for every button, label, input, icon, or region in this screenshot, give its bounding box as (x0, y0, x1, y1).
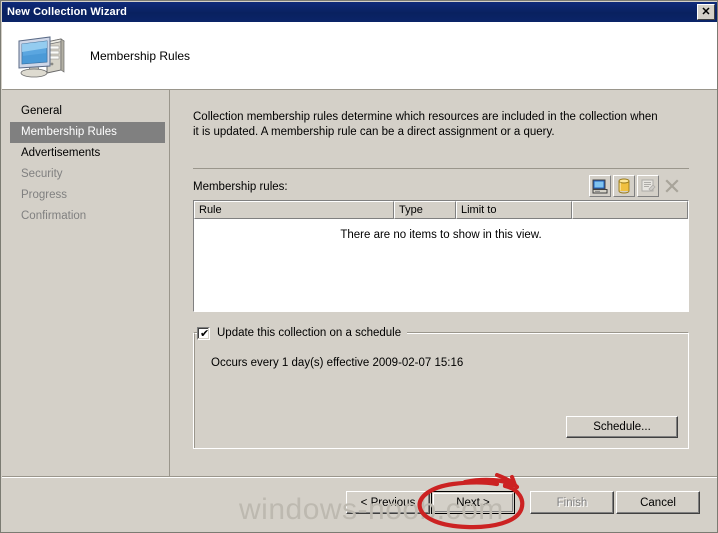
delete-icon (665, 179, 679, 193)
update-schedule-checkbox-row[interactable]: ✔ Update this collection on a schedule (197, 325, 408, 341)
add-direct-rule-button[interactable] (589, 175, 611, 197)
column-header-type[interactable]: Type (394, 201, 456, 219)
update-schedule-checkbox[interactable]: ✔ (197, 326, 210, 340)
next-button[interactable]: Next > (431, 491, 515, 514)
properties-icon (641, 179, 656, 192)
membership-rules-list[interactable]: Rule Type Limit to There are no items to… (193, 200, 689, 312)
wizard-window: New Collection Wizard ✕ Membership Rules (0, 0, 718, 533)
description-text: Collection membership rules determine wh… (193, 111, 658, 138)
title-bar: New Collection Wizard ✕ (2, 2, 717, 22)
direct-rule-icon (592, 179, 608, 193)
main-panel: Collection membership rules determine wh… (171, 90, 717, 476)
empty-list-message: There are no items to show in this view. (340, 229, 542, 241)
sidebar-item-progress: Progress (21, 189, 68, 201)
computer-icon (18, 35, 65, 77)
query-rule-icon (618, 178, 630, 194)
close-button[interactable]: ✕ (697, 4, 715, 20)
add-query-rule-button[interactable] (613, 175, 635, 197)
sidebar-item-general[interactable]: General (10, 101, 165, 122)
wizard-sidebar: General Membership Rules Advertisements … (2, 90, 169, 532)
sidebar-item-membership-rules[interactable]: Membership Rules (10, 122, 165, 143)
column-header-limit-to[interactable]: Limit to (456, 201, 572, 219)
wizard-header: Membership Rules (2, 22, 717, 89)
sidebar-item-confirmation: Confirmation (21, 210, 87, 222)
update-schedule-label: Update this collection on a schedule (217, 327, 402, 339)
schedule-button[interactable]: Schedule... (566, 416, 678, 438)
sidebar-item-advertisements[interactable]: Advertisements (10, 143, 165, 164)
column-header-blank[interactable] (572, 201, 688, 219)
schedule-occurrence-text: Occurs every 1 day(s) effective 2009-02-… (211, 357, 464, 369)
sidebar-divider (169, 90, 170, 532)
next-button-label: Next > (456, 496, 490, 509)
page-title: Membership Rules (90, 48, 191, 63)
membership-rules-toolbar (589, 175, 683, 197)
delete-rule-button (661, 175, 683, 197)
list-header-row: Rule Type Limit to (194, 201, 688, 219)
sidebar-nav-list: General Membership Rules Advertisements … (10, 101, 165, 227)
previous-button[interactable]: < Previous (346, 491, 430, 514)
column-header-rule[interactable]: Rule (194, 201, 394, 219)
description-divider (193, 168, 689, 169)
wizard-footer: < Previous Next > Finish Cancel (2, 478, 717, 532)
schedule-group-box: ✔ Update this collection on a schedule O… (193, 325, 689, 449)
sidebar-item-security: Security (21, 168, 63, 180)
close-icon: ✕ (701, 5, 711, 18)
cancel-button[interactable]: Cancel (616, 491, 700, 514)
checkmark-icon: ✔ (200, 326, 210, 340)
membership-rules-label: Membership rules: (193, 181, 288, 193)
finish-button: Finish (530, 491, 614, 514)
window-title: New Collection Wizard (7, 6, 127, 18)
list-body: There are no items to show in this view. (194, 219, 688, 311)
rule-properties-button (637, 175, 659, 197)
